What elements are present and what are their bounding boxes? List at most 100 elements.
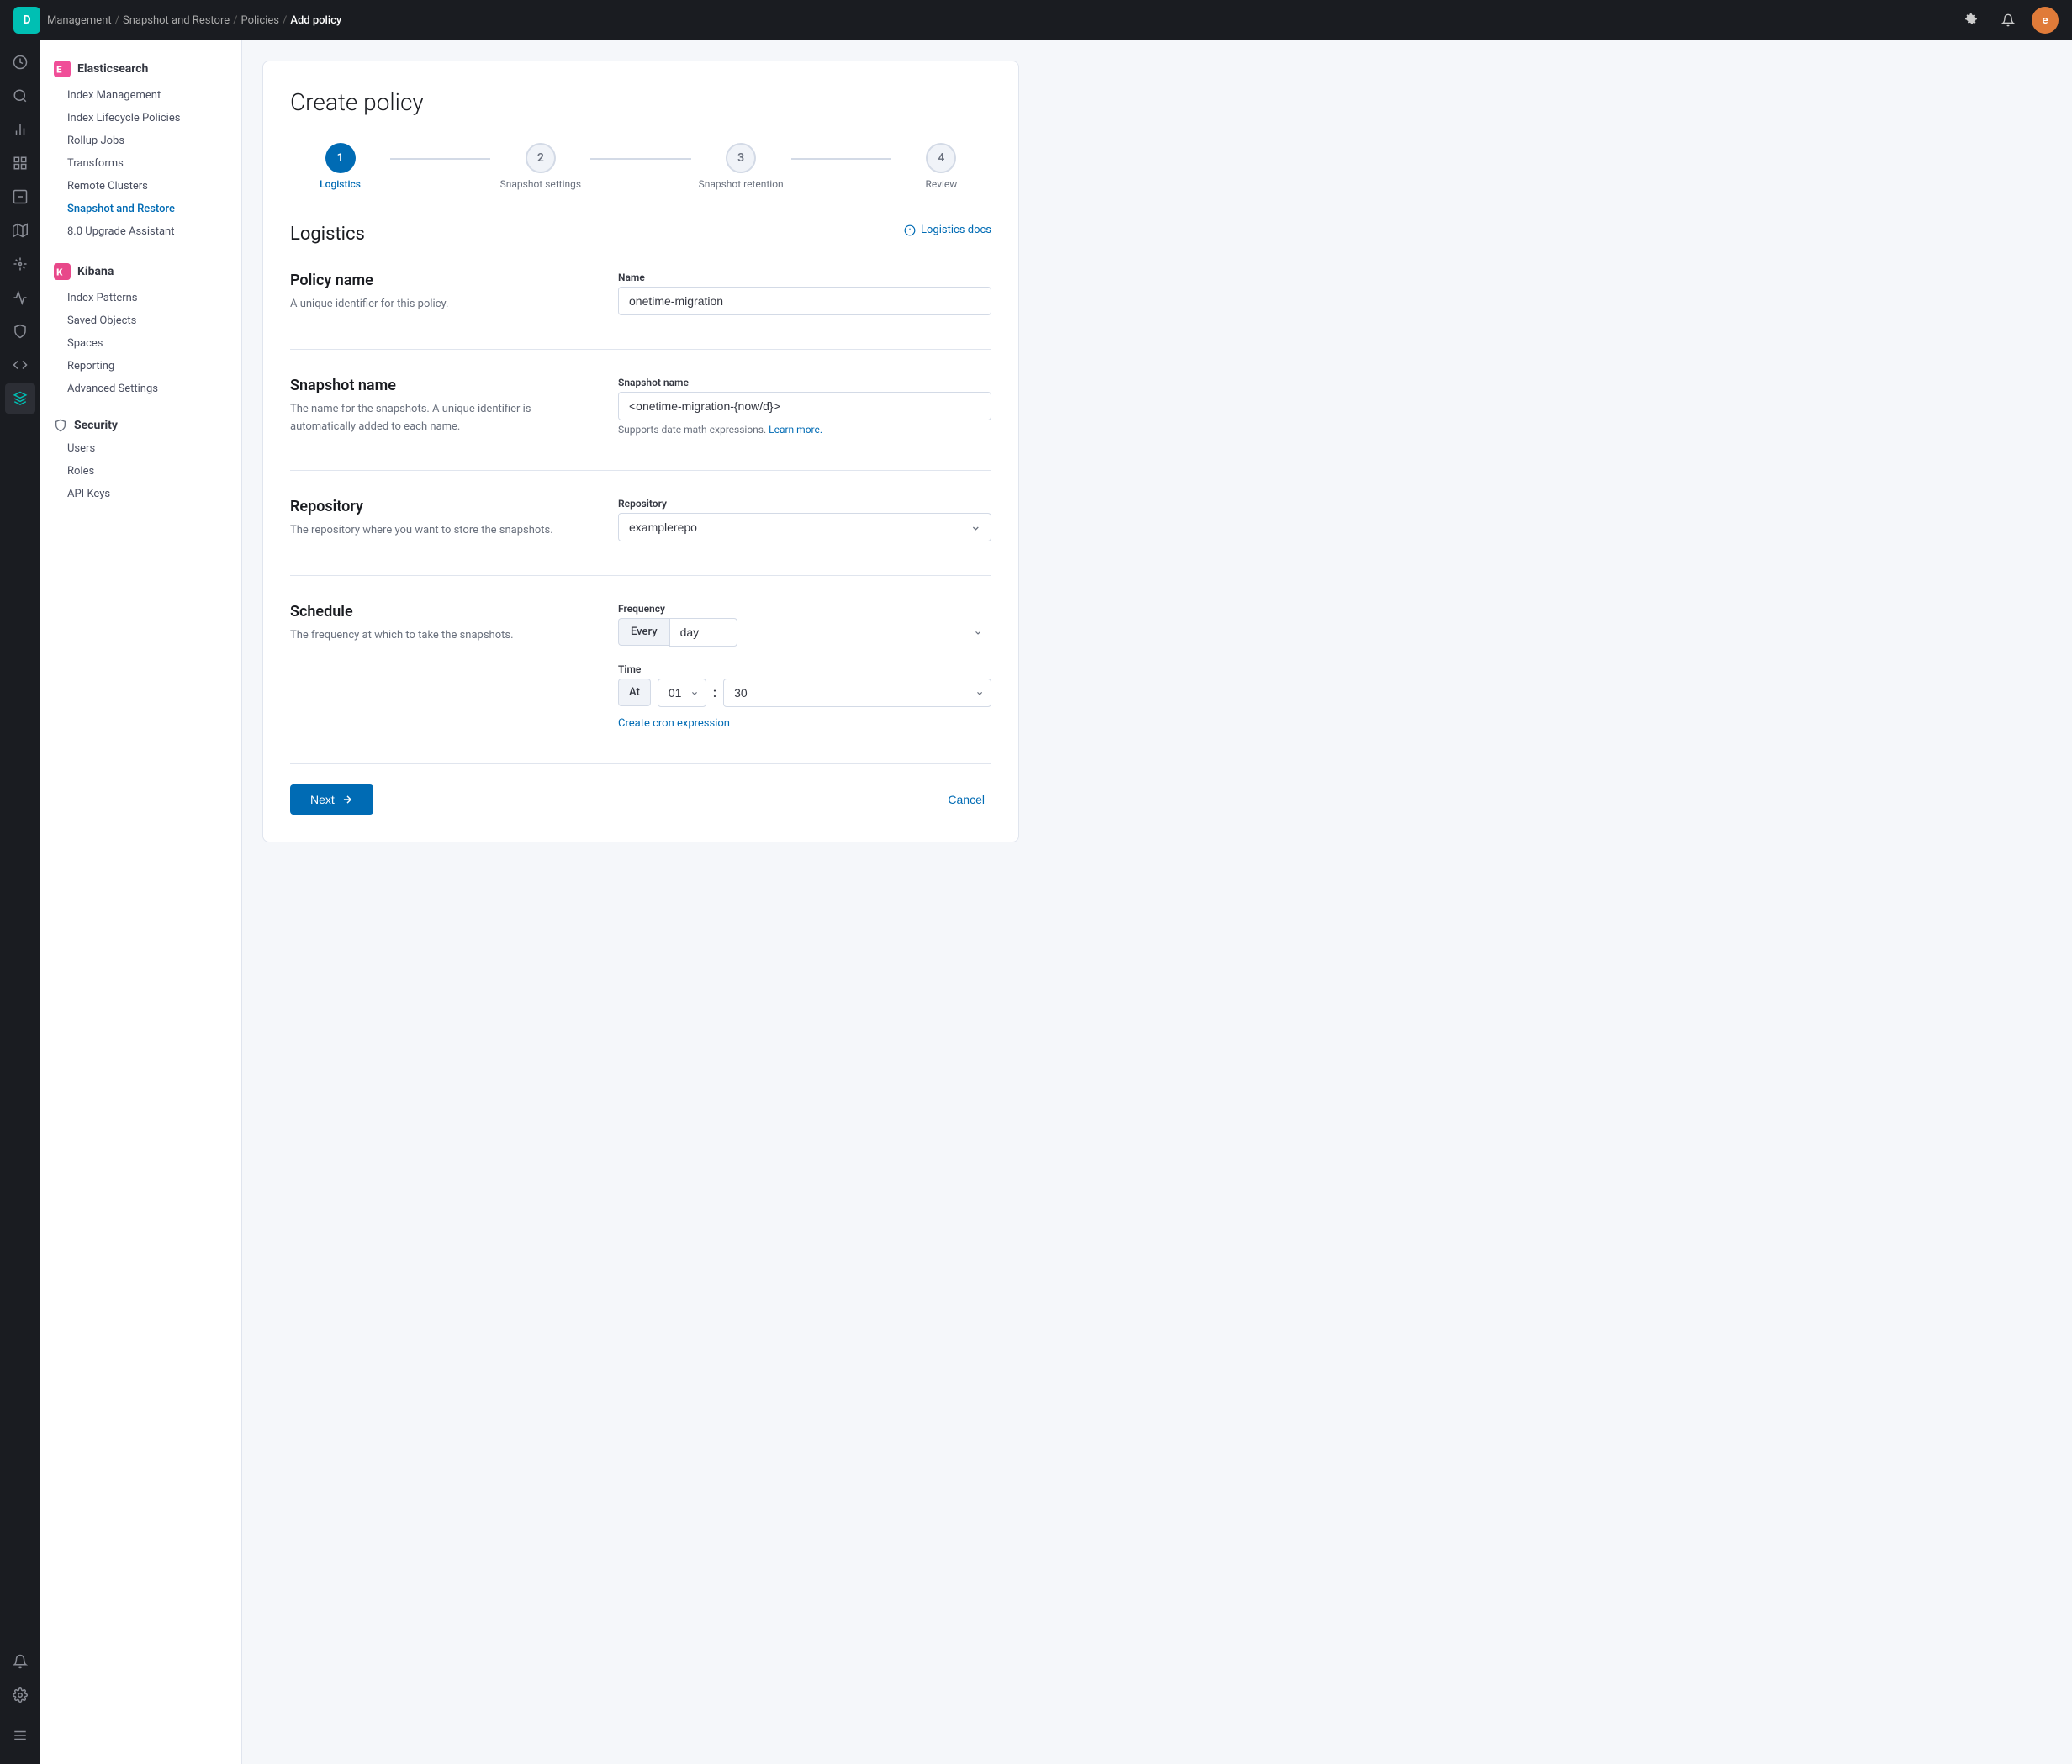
rail-home-icon[interactable] — [5, 47, 35, 77]
policy-name-section: Policy name A unique identifier for this… — [290, 272, 991, 315]
time-label: Time — [618, 663, 991, 675]
step-2[interactable]: 2 Snapshot settings — [490, 143, 590, 190]
notifications-icon-button[interactable] — [1995, 7, 2022, 34]
sidebar-item-transforms[interactable]: Transforms — [40, 152, 241, 175]
frequency-select[interactable]: day week month — [669, 618, 737, 647]
every-badge: Every — [618, 618, 669, 646]
rail-visualize-icon[interactable] — [5, 114, 35, 145]
next-button[interactable]: Next — [290, 784, 373, 815]
rail-stack-icon[interactable] — [5, 383, 35, 414]
sidebar-item-index-lifecycle[interactable]: Index Lifecycle Policies — [40, 107, 241, 129]
rail-discover-icon[interactable] — [5, 81, 35, 111]
snapshot-name-form-group: Snapshot name Supports date math express… — [618, 377, 991, 436]
app-logo[interactable]: D — [13, 7, 40, 34]
policy-name-desc-text: A unique identifier for this policy. — [290, 296, 584, 314]
step-4-label: Review — [926, 178, 958, 190]
sidebar-item-api-keys[interactable]: API Keys — [40, 483, 241, 505]
repository-select-wrapper: examplerepo — [618, 513, 991, 541]
bell-icon — [2001, 13, 2015, 27]
user-avatar[interactable]: e — [2032, 7, 2059, 34]
name-input[interactable] — [618, 287, 991, 315]
divider-1 — [290, 349, 991, 350]
sidebar-item-index-patterns[interactable]: Index Patterns — [40, 287, 241, 309]
rail-settings-icon[interactable] — [5, 1680, 35, 1710]
step-3-label: Snapshot retention — [699, 178, 784, 190]
name-form-group: Name — [618, 272, 991, 315]
frequency-row: Every day week month — [618, 618, 991, 647]
sidebar-section-security: Security Users Roles API Keys — [40, 414, 241, 505]
logistics-section-header: Logistics Logistics docs — [290, 224, 991, 245]
icon-rail — [0, 40, 40, 1764]
learn-more-link[interactable]: Learn more. — [769, 424, 822, 436]
sidebar-item-advanced-settings[interactable]: Advanced Settings — [40, 378, 241, 400]
sidebar-section-kibana: K Kibana Index Patterns Saved Objects Sp… — [40, 256, 241, 400]
repository-label: Repository — [618, 498, 991, 510]
step-3[interactable]: 3 Snapshot retention — [691, 143, 791, 190]
rail-alerts-icon[interactable] — [5, 1646, 35, 1677]
cancel-button[interactable]: Cancel — [941, 786, 991, 813]
sidebar-item-upgrade-assistant[interactable]: 8.0 Upgrade Assistant — [40, 220, 241, 243]
hour-select-wrapper: 01 020304 — [658, 679, 706, 707]
settings-icon-button[interactable] — [1958, 7, 1985, 34]
step-1-circle: 1 — [325, 143, 356, 173]
minute-select[interactable]: 30 001545 — [723, 679, 991, 707]
rail-maps-icon[interactable] — [5, 215, 35, 246]
security-label: Security — [74, 419, 118, 432]
snapshot-name-desc-text: The name for the snapshots. A unique ide… — [290, 401, 584, 436]
step-1[interactable]: 1 Logistics — [290, 143, 390, 190]
snapshot-name-input[interactable] — [618, 392, 991, 420]
breadcrumb-add-policy: Add policy — [290, 14, 341, 27]
svg-text:K: K — [56, 267, 63, 277]
minute-select-wrapper: 30 001545 — [723, 679, 991, 707]
breadcrumb-snapshot-restore[interactable]: Snapshot and Restore — [123, 14, 230, 27]
schedule-desc-text: The frequency at which to take the snaps… — [290, 627, 584, 645]
rail-collapse-icon[interactable] — [5, 1720, 35, 1751]
sidebar-section-elasticsearch: E Elasticsearch Index Management Index L… — [40, 54, 241, 243]
sidebar-item-reporting[interactable]: Reporting — [40, 355, 241, 378]
rail-canvas-icon[interactable] — [5, 182, 35, 212]
rail-dev-tools-icon[interactable] — [5, 350, 35, 380]
breadcrumb: Management / Snapshot and Restore / Poli… — [47, 14, 1951, 27]
policy-name-heading: Policy name — [290, 272, 584, 289]
elasticsearch-section-header: E Elasticsearch — [40, 54, 241, 84]
kibana-logo: K — [54, 263, 71, 280]
name-label: Name — [618, 272, 991, 283]
security-section-header: Security — [40, 414, 241, 437]
breadcrumb-policies[interactable]: Policies — [241, 14, 279, 27]
schedule-heading: Schedule — [290, 603, 584, 621]
kibana-section-header: K Kibana — [40, 256, 241, 287]
repository-fields: Repository examplerepo — [618, 498, 991, 541]
rail-ml-icon[interactable] — [5, 249, 35, 279]
form-footer: Next Cancel — [290, 763, 991, 815]
snapshot-name-fields: Snapshot name Supports date math express… — [618, 377, 991, 436]
rail-siem-icon[interactable] — [5, 316, 35, 346]
sidebar-item-snapshot-restore[interactable]: Snapshot and Restore — [40, 198, 241, 220]
repository-section: Repository The repository where you want… — [290, 498, 991, 541]
repository-form-group: Repository examplerepo — [618, 498, 991, 541]
sidebar-item-remote-clusters[interactable]: Remote Clusters — [40, 175, 241, 198]
rail-uptime-icon[interactable] — [5, 283, 35, 313]
sidebar-item-spaces[interactable]: Spaces — [40, 332, 241, 355]
top-nav-actions: e — [1958, 7, 2059, 34]
sidebar-item-users[interactable]: Users — [40, 437, 241, 460]
step-4[interactable]: 4 Review — [891, 143, 991, 190]
policy-name-fields: Name — [618, 272, 991, 315]
hour-select[interactable]: 01 020304 — [658, 679, 706, 707]
sidebar-item-saved-objects[interactable]: Saved Objects — [40, 309, 241, 332]
breadcrumb-management[interactable]: Management — [47, 14, 112, 27]
logistics-docs-link[interactable]: Logistics docs — [904, 224, 991, 236]
repository-select[interactable]: examplerepo — [618, 513, 991, 541]
snapshot-name-label: Snapshot name — [618, 377, 991, 388]
svg-text:E: E — [56, 64, 62, 75]
sidebar-item-roles[interactable]: Roles — [40, 460, 241, 483]
rail-dashboard-icon[interactable] — [5, 148, 35, 178]
stepper: 1 Logistics 2 Snapshot settings 3 Snapsh… — [290, 143, 991, 190]
sidebar-item-rollup-jobs[interactable]: Rollup Jobs — [40, 129, 241, 152]
step-4-circle: 4 — [926, 143, 956, 173]
time-form-group: Time At 01 020304 : — [618, 663, 991, 730]
cron-expression-link[interactable]: Create cron expression — [618, 717, 991, 730]
divider-3 — [290, 575, 991, 576]
time-row: At 01 020304 : 30 — [618, 679, 991, 707]
sidebar-item-index-management[interactable]: Index Management — [40, 84, 241, 107]
content-card: Create policy 1 Logistics 2 Snapshot set… — [262, 61, 1019, 842]
